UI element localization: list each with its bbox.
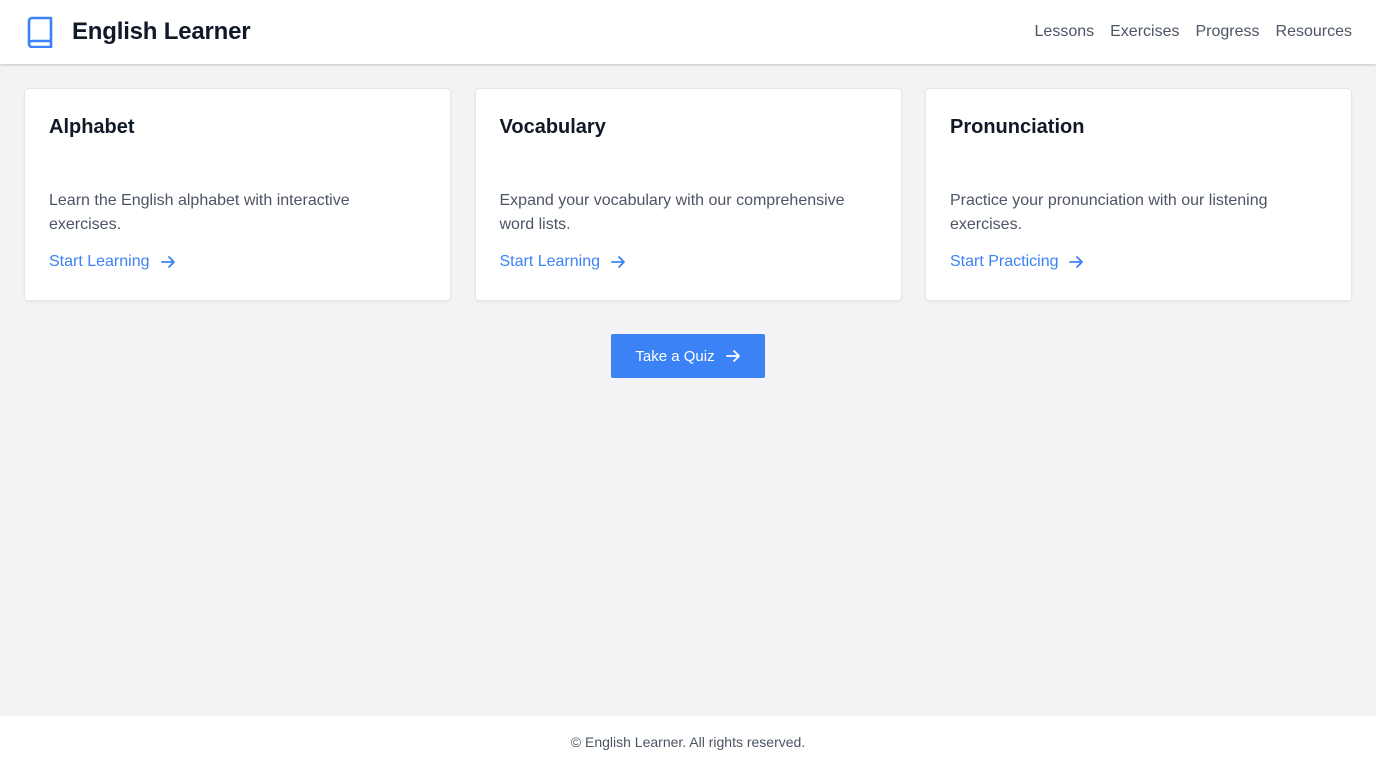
card-description: Practice your pronunciation with our lis… xyxy=(950,192,1268,233)
app-footer: © English Learner. All rights reserved. xyxy=(0,716,1376,768)
nav-link-resources[interactable]: Resources xyxy=(1276,23,1352,41)
card-title: Alphabet xyxy=(49,116,135,138)
card-title: Pronunciation xyxy=(950,116,1085,138)
start-learning-vocabulary-link[interactable]: Start Learning xyxy=(500,253,627,271)
card-link-label: Start Learning xyxy=(499,253,601,270)
main-nav: Lessons Exercises Progress Resources xyxy=(1035,23,1352,41)
book-icon xyxy=(26,16,54,48)
card-link-label: Start Practicing xyxy=(950,253,1059,270)
arrow-right-icon xyxy=(610,254,626,270)
start-learning-alphabet-link[interactable]: Start Learning xyxy=(49,253,176,271)
app-header: English Learner Lessons Exercises Progre… xyxy=(0,0,1376,64)
card-title: Vocabulary xyxy=(499,116,606,138)
app-title: English Learner xyxy=(72,18,251,45)
card-alphabet: Alphabet Learn the English alphabet with… xyxy=(24,88,451,301)
card-vocabulary: Vocabulary Expand your vocabulary with o… xyxy=(474,88,902,301)
card-description: Expand your vocabulary with our comprehe… xyxy=(499,192,845,233)
arrow-right-icon xyxy=(160,254,176,270)
take-quiz-button[interactable]: Take a Quiz xyxy=(611,334,765,378)
footer-copyright: © English Learner. All rights reserved. xyxy=(570,734,806,750)
arrow-right-icon xyxy=(725,348,741,364)
card-link-label: Start Learning xyxy=(49,253,150,270)
nav-link-lessons[interactable]: Lessons xyxy=(1035,23,1095,41)
quiz-button-label: Take a Quiz xyxy=(635,347,715,365)
nav-link-exercises[interactable]: Exercises xyxy=(1110,23,1179,41)
nav-link-progress[interactable]: Progress xyxy=(1195,23,1259,41)
lesson-cards: Alphabet Learn the English alphabet with… xyxy=(24,88,1352,301)
brand[interactable]: English Learner xyxy=(26,16,251,48)
arrow-right-icon xyxy=(1068,254,1084,270)
start-practicing-pronunciation-link[interactable]: Start Practicing xyxy=(950,253,1084,271)
card-pronunciation: Pronunciation Practice your pronunciatio… xyxy=(925,88,1352,301)
card-description: Learn the English alphabet with interact… xyxy=(49,192,350,233)
